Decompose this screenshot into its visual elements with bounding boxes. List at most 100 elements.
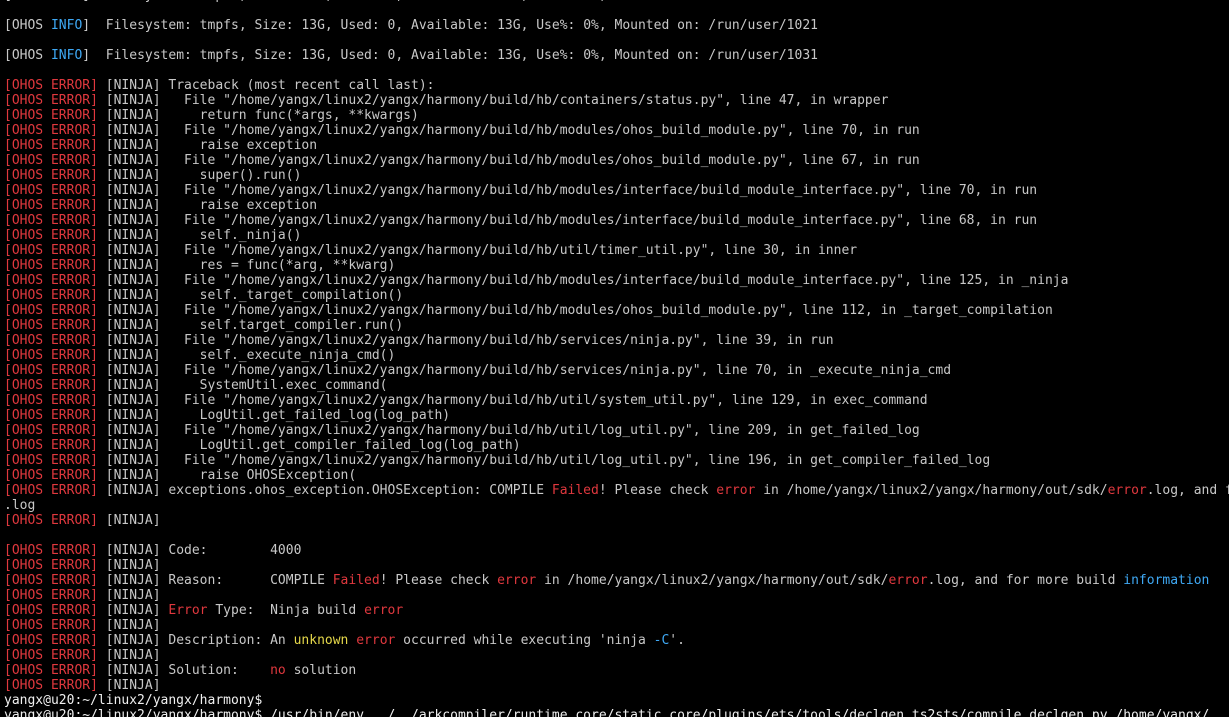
terminal-line: [OHOS ERROR] [NINJA]: [4, 588, 1229, 603]
terminal-text-segment: INFO: [50, 18, 83, 33]
terminal-text-segment: [OHOS ERROR]: [4, 408, 98, 423]
terminal-text-segment: [OHOS: [4, 0, 51, 3]
terminal-text-segment: Failed: [332, 573, 380, 588]
terminal-line: [OHOS INFO] Filesystem: tmpfs, Size: 13G…: [4, 48, 1229, 63]
terminal-text-segment: [OHOS ERROR]: [4, 588, 98, 603]
terminal-line: [OHOS ERROR] [NINJA] Reason: COMPILE Fai…: [4, 573, 1229, 588]
terminal-text-segment: [OHOS ERROR]: [4, 648, 98, 663]
terminal-text-segment: ! Please check: [598, 483, 717, 498]
terminal-text-segment: error: [356, 633, 396, 648]
terminal-text-segment: [OHOS ERROR]: [4, 243, 98, 258]
terminal-line: [OHOS ERROR] [NINJA] File "/home/yangx/l…: [4, 243, 1229, 258]
terminal-line: [OHOS ERROR] [NINJA] self._ninja(): [4, 228, 1229, 243]
terminal-text-segment: [NINJA] File "/home/yangx/linux2/yangx/h…: [97, 393, 928, 408]
terminal-text-segment: [NINJA] LogUtil.get_failed_log(log_path): [97, 408, 451, 423]
terminal-text-segment: [OHOS ERROR]: [4, 303, 98, 318]
terminal-line: [OHOS ERROR] [NINJA] LogUtil.get_failed_…: [4, 408, 1229, 423]
terminal-text-segment: [NINJA] File "/home/yangx/linux2/yangx/h…: [97, 273, 1069, 288]
terminal-text-segment: [NINJA] SystemUtil.exec_command(: [97, 378, 388, 393]
terminal-line: [OHOS ERROR] [NINJA] File "/home/yangx/l…: [4, 393, 1229, 408]
terminal-line: [OHOS ERROR] [NINJA] res = func(*arg, **…: [4, 258, 1229, 273]
terminal-output: [OHOS INFO ] Filesystem: tmpfs, Size: 13G…: [4, 0, 1229, 717]
terminal-text-segment: .log, and for more build: [927, 573, 1124, 588]
terminal-text-segment: [OHOS: [4, 48, 51, 63]
terminal-text-segment: [NINJA] File "/home/yangx/linux2/yangx/h…: [97, 423, 920, 438]
terminal-line: [OHOS ERROR] [NINJA] super().run(): [4, 168, 1229, 183]
terminal-text-segment: error: [888, 573, 928, 588]
terminal-line: .log: [4, 498, 1229, 513]
terminal-line: [OHOS ERROR] [NINJA]: [4, 513, 1229, 528]
terminal-line: [OHOS ERROR] [NINJA] File "/home/yangx/l…: [4, 153, 1229, 168]
terminal-line: [OHOS ERROR] [NINJA] File "/home/yangx/l…: [4, 213, 1229, 228]
terminal-text-segment: [NINJA] File "/home/yangx/linux2/yangx/h…: [97, 183, 1038, 198]
terminal-text-segment: [OHOS ERROR]: [4, 603, 98, 618]
terminal-text-segment: [NINJA] raise OHOSException(: [97, 468, 357, 483]
terminal-text-segment: [NINJA] File "/home/yangx/linux2/yangx/h…: [97, 123, 920, 138]
terminal-text-segment: [NINJA] File "/home/yangx/linux2/yangx/h…: [97, 333, 834, 348]
terminal-line: [OHOS ERROR] [NINJA] self._execute_ninja…: [4, 348, 1229, 363]
terminal-text-segment: [OHOS ERROR]: [4, 138, 98, 153]
terminal-text-segment: [NINJA] raise exception: [97, 138, 318, 153]
terminal-line: [OHOS ERROR] [NINJA] self._target_compil…: [4, 288, 1229, 303]
terminal-line: [OHOS ERROR] [NINJA] Traceback (most rec…: [4, 78, 1229, 93]
terminal-text-segment: [NINJA] Reason: COMPILE: [97, 573, 333, 588]
terminal-text-segment: occurred while executing 'ninja: [395, 633, 654, 648]
terminal-text-segment: [OHOS ERROR]: [4, 258, 98, 273]
terminal-text-segment: Type: Ninja build: [207, 603, 365, 618]
terminal-text-segment: [NINJA] res = func(*arg, **kwarg): [97, 258, 396, 273]
terminal-text-segment: [NINJA] self._execute_ninja_cmd(): [97, 348, 396, 363]
terminal-text-segment: [OHOS ERROR]: [4, 378, 98, 393]
terminal-window[interactable]: [OHOS INFO ] Filesystem: tmpfs, Size: 13G…: [0, 0, 1229, 717]
terminal-text-segment: [OHOS ERROR]: [4, 633, 98, 648]
terminal-text-segment: yangx@u20:~/linux2/yangx/harmony$ /usr/b…: [4, 708, 1210, 717]
terminal-text-segment: [OHOS ERROR]: [4, 558, 98, 573]
terminal-text-segment: [NINJA] raise exception: [97, 198, 318, 213]
terminal-line: [OHOS ERROR] [NINJA] File "/home/yangx/l…: [4, 303, 1229, 318]
terminal-line: [OHOS ERROR] [NINJA] File "/home/yangx/l…: [4, 453, 1229, 468]
terminal-text-segment: [OHOS ERROR]: [4, 438, 98, 453]
terminal-text-segment: ] Filesystem: tmpfs, Size: 13G, Used: 0,…: [82, 0, 818, 3]
terminal-text-segment: [OHOS: [4, 18, 51, 33]
terminal-text-segment: [OHOS ERROR]: [4, 618, 98, 633]
terminal-text-segment: [OHOS ERROR]: [4, 333, 98, 348]
terminal-text-segment: .log: [4, 498, 36, 513]
terminal-text-segment: [OHOS ERROR]: [4, 348, 98, 363]
terminal-line: [OHOS ERROR] [NINJA] File "/home/yangx/l…: [4, 273, 1229, 288]
terminal-text-segment: [NINJA] Solution:: [97, 663, 271, 678]
terminal-text-segment: Error: [168, 603, 208, 618]
terminal-text-segment: [NINJA] File "/home/yangx/linux2/yangx/h…: [97, 93, 889, 108]
terminal-line: yangx@u20:~/linux2/yangx/harmony$ /usr/b…: [4, 708, 1229, 717]
terminal-text-segment: [OHOS ERROR]: [4, 468, 98, 483]
terminal-text-segment: ! Please check: [379, 573, 498, 588]
terminal-text-segment: [OHOS ERROR]: [4, 513, 98, 528]
terminal-text-segment: error: [364, 603, 404, 618]
terminal-line: [OHOS ERROR] [NINJA] raise exception: [4, 198, 1229, 213]
terminal-text-segment: [NINJA] Description: An: [97, 633, 294, 648]
terminal-text-segment: [NINJA] File "/home/yangx/linux2/yangx/h…: [97, 213, 1038, 228]
terminal-text-segment: [NINJA]: [97, 618, 161, 633]
terminal-line: [OHOS ERROR] [NINJA] SystemUtil.exec_com…: [4, 378, 1229, 393]
terminal-text-segment: [OHOS ERROR]: [4, 678, 98, 693]
terminal-text-segment: [NINJA] File "/home/yangx/linux2/yangx/h…: [97, 243, 858, 258]
terminal-text-segment: [NINJA] Traceback (most recent call last…: [97, 78, 435, 93]
terminal-text-segment: [OHOS ERROR]: [4, 183, 98, 198]
terminal-line: [OHOS ERROR] [NINJA] return func(*args, …: [4, 108, 1229, 123]
terminal-text-segment: [NINJA] File "/home/yangx/linux2/yangx/h…: [97, 303, 1053, 318]
terminal-line: [OHOS ERROR] [NINJA] raise OHOSException…: [4, 468, 1229, 483]
terminal-text-segment: error: [1107, 483, 1147, 498]
terminal-text-segment: [OHOS ERROR]: [4, 198, 98, 213]
terminal-text-segment: error: [497, 573, 537, 588]
terminal-text-segment: [OHOS ERROR]: [4, 123, 98, 138]
terminal-line: [OHOS ERROR] [NINJA]: [4, 678, 1229, 693]
terminal-text-segment: [NINJA] super().run(): [97, 168, 302, 183]
terminal-text-segment: [OHOS ERROR]: [4, 393, 98, 408]
terminal-text-segment: '.: [669, 633, 685, 648]
terminal-text-segment: [NINJA] File "/home/yangx/linux2/yangx/h…: [97, 363, 952, 378]
terminal-line: [OHOS ERROR] [NINJA] Description: An unk…: [4, 633, 1229, 648]
terminal-text-segment: [OHOS ERROR]: [4, 93, 98, 108]
terminal-line: [OHOS ERROR] [NINJA] exceptions.ohos_exc…: [4, 483, 1229, 498]
terminal-text-segment: yangx@u20:~/linux2/yangx/harmony$: [4, 693, 263, 708]
terminal-text-segment: [OHOS ERROR]: [4, 228, 98, 243]
